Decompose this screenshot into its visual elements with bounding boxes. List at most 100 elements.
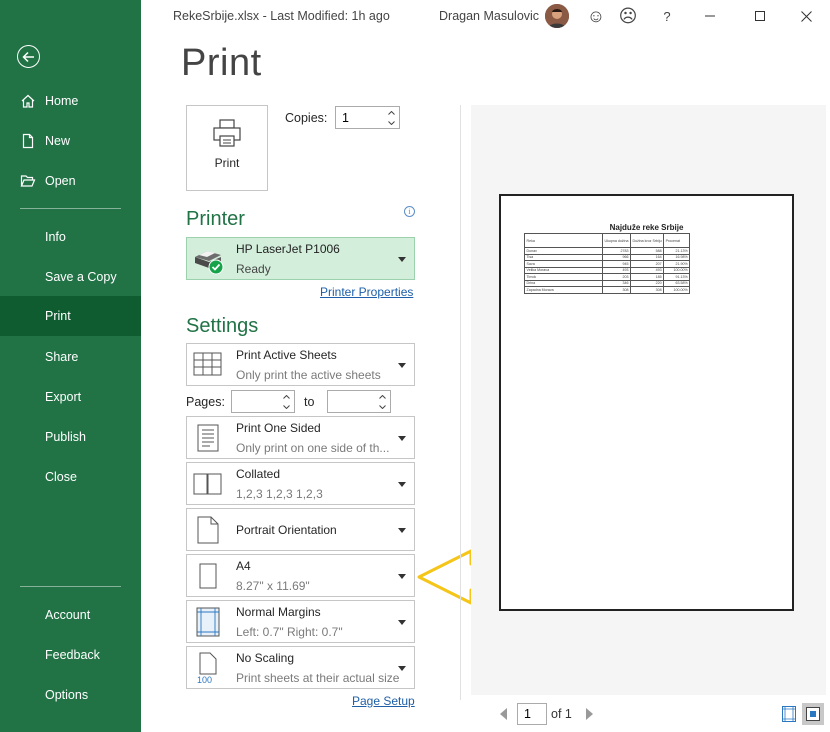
nav-home[interactable]: Home [0, 81, 141, 121]
preview-sheet-title: Najduže reke Srbije [609, 223, 684, 232]
printer-dropdown[interactable]: HP LaserJet P1006 Ready [186, 237, 415, 280]
pages-from-down-icon[interactable] [280, 402, 292, 412]
back-button[interactable] [17, 45, 40, 68]
sides-dropdown[interactable]: Print One Sided Only print on one side o… [186, 416, 415, 459]
minimize-icon[interactable] [699, 5, 721, 27]
orientation-dropdown[interactable]: Portrait Orientation [186, 508, 415, 551]
avatar[interactable] [545, 4, 569, 28]
backstage-nav: Home New Open Info Save a Copy Print Sha… [0, 0, 141, 732]
chevron-down-icon [398, 257, 406, 262]
nav-share[interactable]: Share [0, 337, 141, 377]
nav-new[interactable]: New [0, 121, 141, 161]
margins-icon [191, 605, 225, 639]
pages-from-up-icon[interactable] [280, 392, 292, 402]
nav-options[interactable]: Options [0, 675, 141, 715]
nav-feedback[interactable]: Feedback [0, 635, 141, 675]
scaling-title: No Scaling [236, 651, 295, 665]
print-button[interactable]: Print [186, 105, 268, 191]
zoom-to-page-icon[interactable] [802, 703, 824, 725]
nav-open[interactable]: Open [0, 161, 141, 201]
chevron-down-icon [398, 574, 406, 579]
nav-print[interactable]: Print [0, 296, 141, 336]
nav-divider [20, 586, 121, 587]
copies-input[interactable] [336, 107, 384, 128]
nav-feedback-label: Feedback [45, 648, 100, 662]
nav-home-label: Home [45, 94, 79, 108]
pages-to-label: to [304, 395, 315, 409]
print-what-dropdown[interactable]: Print Active Sheets Only print the activ… [186, 343, 415, 386]
help-icon[interactable]: ? [656, 5, 678, 27]
current-page-input[interactable] [517, 703, 547, 725]
pages-from-input[interactable] [232, 391, 280, 412]
printer-icon [213, 119, 241, 147]
copies-up-icon[interactable] [385, 108, 397, 118]
margins-title: Normal Margins [236, 605, 321, 619]
printer-ready-icon [195, 251, 224, 275]
page-count-label: of 1 [551, 707, 572, 721]
no-scaling-icon: 100 [191, 651, 225, 685]
nav-print-label: Print [45, 309, 71, 323]
document-title: RekeSrbije.xlsx - Last Modified: 1h ago [173, 9, 390, 23]
printer-status: Ready [236, 262, 271, 276]
printer-heading: Printer [186, 208, 245, 230]
nav-export[interactable]: Export [0, 377, 141, 417]
chevron-down-icon [398, 363, 406, 368]
collation-dropdown[interactable]: Collated 1,2,3 1,2,3 1,2,3 [186, 462, 415, 505]
copies-label: Copies: [285, 111, 328, 125]
title-bar: RekeSrbije.xlsx - Last Modified: 1h ago … [141, 0, 830, 34]
chevron-down-icon [398, 666, 406, 671]
collation-title: Collated [236, 467, 281, 481]
nav-account-label: Account [45, 608, 91, 622]
pane-divider [460, 105, 461, 700]
maximize-icon[interactable] [749, 5, 771, 27]
printer-name: HP LaserJet P1006 [236, 242, 340, 256]
home-icon [0, 93, 45, 109]
paper-size-title: A4 [236, 559, 251, 573]
table-row: Zapadna Morava 308 308 100.00% [524, 286, 691, 294]
copies-down-icon[interactable] [385, 118, 397, 128]
margins-dropdown[interactable]: Normal Margins Left: 0.7" Right: 0.7" [186, 600, 415, 643]
sides-title: Print One Sided [236, 421, 321, 435]
pages-to-stepper [327, 390, 391, 413]
nav-account[interactable]: Account [0, 595, 141, 635]
nav-save-a-copy-label: Save a Copy [45, 270, 117, 284]
nav-info[interactable]: Info [0, 217, 141, 257]
close-icon[interactable] [795, 5, 817, 27]
portrait-page-icon [191, 513, 225, 547]
nav-share-label: Share [45, 350, 79, 364]
preview-table: Reka Ukupna dužina Dužina kroz Srbiju Proce… [524, 233, 691, 294]
nav-info-label: Info [45, 230, 66, 244]
nav-publish[interactable]: Publish [0, 417, 141, 457]
smile-feedback-icon[interactable]: ☺ [585, 5, 607, 27]
pages-label: Pages: [186, 395, 225, 409]
scaling-dropdown[interactable]: 100 No Scaling Print sheets at their act… [186, 646, 415, 689]
settings-heading: Settings [186, 315, 259, 337]
frown-feedback-icon[interactable]: ☹ [617, 5, 639, 27]
nav-divider [20, 208, 121, 209]
nav-save-a-copy[interactable]: Save a Copy [0, 257, 141, 297]
chevron-down-icon [398, 620, 406, 625]
show-margins-icon[interactable] [780, 705, 798, 723]
chevron-down-icon [398, 482, 406, 487]
paper-size-icon [191, 559, 225, 593]
print-what-sub: Only print the active sheets [236, 368, 381, 382]
nav-close[interactable]: Close [0, 457, 141, 497]
collation-sub: 1,2,3 1,2,3 1,2,3 [236, 487, 323, 501]
nav-open-label: Open [45, 174, 76, 188]
pages-to-input[interactable] [328, 391, 376, 412]
page-navigator: of 1 [497, 703, 596, 725]
user-name[interactable]: Dragan Masulovic [439, 9, 539, 23]
scaling-sub: Print sheets at their actual size [236, 671, 400, 685]
info-icon[interactable]: i [404, 206, 415, 217]
paper-size-dropdown[interactable]: A4 8.27" x 11.69" [186, 554, 415, 597]
print-button-label: Print [214, 156, 240, 170]
page-title: Print [181, 42, 262, 84]
pages-to-down-icon[interactable] [376, 402, 388, 412]
pages-to-up-icon[interactable] [376, 392, 388, 402]
next-page-icon[interactable] [582, 703, 596, 725]
page-setup-link[interactable]: Page Setup [352, 694, 415, 708]
nav-new-label: New [45, 134, 71, 148]
nav-export-label: Export [45, 390, 82, 404]
previous-page-icon[interactable] [497, 703, 511, 725]
printer-properties-link[interactable]: Printer Properties [320, 285, 413, 299]
